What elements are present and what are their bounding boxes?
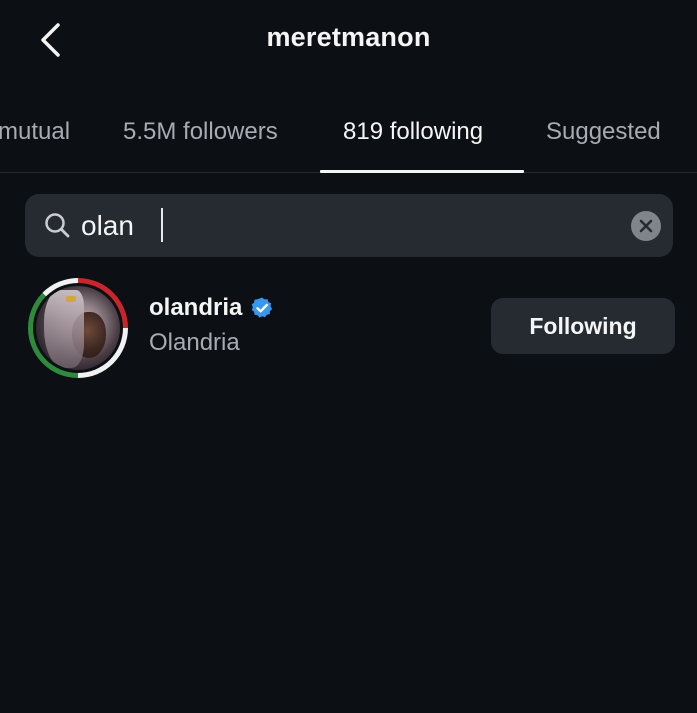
page-title: meretmanon (266, 22, 431, 52)
tab-suggested[interactable]: Suggested (546, 118, 661, 146)
story-ring[interactable] (28, 278, 128, 378)
tab-bar: mutual 5.5M followers 819 following Sugg… (0, 100, 697, 173)
clear-search-button[interactable] (631, 211, 661, 241)
avatar (36, 286, 120, 370)
search-bar (25, 194, 673, 257)
list-item[interactable]: olandria Olandria Following (0, 270, 697, 382)
following-button[interactable]: Following (491, 298, 675, 354)
header-bar: meretmanon (0, 0, 697, 80)
tab-followers[interactable]: 5.5M followers (123, 118, 278, 146)
full-name: Olandria (149, 329, 240, 356)
username[interactable]: olandria (149, 294, 242, 322)
active-tab-indicator (320, 170, 524, 173)
search-icon (45, 213, 70, 238)
clear-icon (639, 219, 653, 233)
tab-following[interactable]: 819 following (343, 118, 483, 146)
tab-mutual[interactable]: mutual (0, 118, 70, 146)
verified-badge-icon (252, 297, 273, 318)
username-row: olandria (149, 294, 274, 322)
text-caret (161, 208, 163, 242)
